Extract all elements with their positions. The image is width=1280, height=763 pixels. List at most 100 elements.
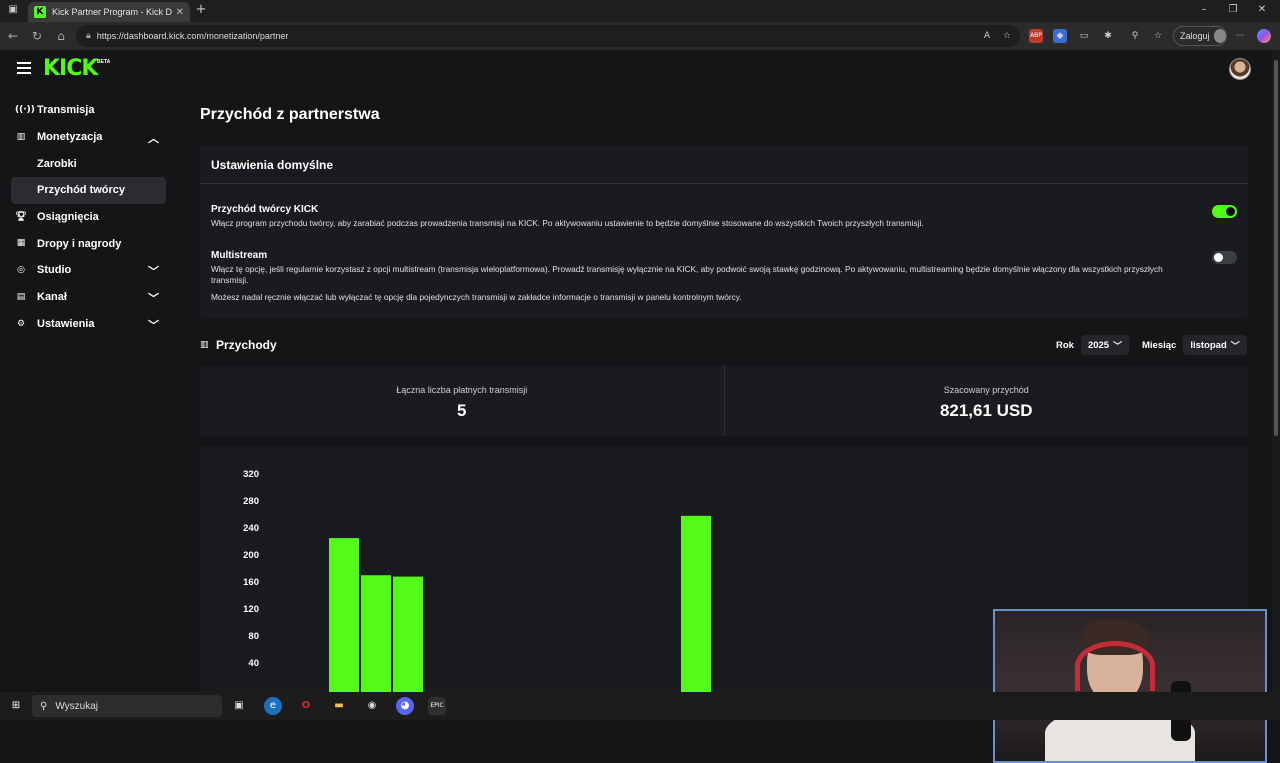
sidebar-subitem-zarobki[interactable]: Zarobki [0, 150, 178, 177]
month-select[interactable]: listopad ﹀ [1183, 335, 1247, 355]
chevron-down-icon[interactable]: ﹀ [148, 263, 159, 279]
sidebar-item-label: Transmisja [37, 104, 95, 117]
copilot-icon[interactable] [1257, 29, 1271, 43]
task-view-icon[interactable]: ▣ [230, 697, 248, 715]
profile-avatar [1213, 29, 1226, 43]
login-label: Zaloguj [1180, 31, 1210, 41]
shield-extension-icon[interactable]: ◆ [1053, 29, 1067, 43]
sidebar-item-transmisja[interactable]: ((·)) Transmisja [0, 97, 178, 124]
sidebar-item-dropy[interactable]: ▦ Dropy i nagrody [0, 230, 178, 257]
gift-icon: ▦ [16, 238, 26, 249]
month-value: listopad [1190, 339, 1227, 351]
obs-icon[interactable]: ◉ [363, 697, 381, 715]
year-value: 2025 [1087, 339, 1110, 351]
card-header: Ustawienia domyślne [200, 146, 1248, 184]
setting-title: Przychód twórcy KICK [211, 204, 319, 215]
headphones [1075, 641, 1155, 691]
kick-logo[interactable]: KICK [43, 56, 98, 81]
kick-favicon-icon: K [34, 6, 46, 18]
chevron-down-icon[interactable]: ﹀ [148, 290, 159, 306]
browser-tab-bar: ▣ K Kick Partner Program - Kick Dash ✕ +… [0, 0, 1280, 22]
home-icon[interactable]: ⌂ [53, 28, 69, 44]
revenue-bar[interactable] [329, 538, 359, 692]
window-menu-icon[interactable]: ▣ [6, 4, 20, 18]
creator-revenue-toggle[interactable] [1212, 205, 1237, 218]
close-window-icon[interactable]: ✕ [1255, 4, 1269, 18]
favorite-star-icon[interactable]: ☆ [1000, 29, 1014, 43]
creator-revenue-setting: Przychód twórcy KICK Włącz program przyc… [211, 204, 1211, 229]
close-tab-icon[interactable]: ✕ [176, 7, 184, 18]
scrollbar-thumb[interactable] [1274, 60, 1278, 436]
taskbar-search[interactable]: ⚲ Wyszukaj [32, 695, 222, 717]
more-options-icon[interactable]: ⋯ [1233, 29, 1247, 43]
broadcast-icon: ((·)) [15, 105, 35, 115]
sidebar-item-label: Ustawienia [37, 317, 95, 330]
y-tick-label: 40 [248, 658, 259, 669]
sidebar-item-kanal[interactable]: ▤ Kanał ﹀ [0, 284, 178, 311]
sidebar-subitem-label: Przychód twórcy [37, 184, 126, 197]
sidebar-item-monetyzacja[interactable]: ▥ Monetyzacja ︿ [0, 124, 178, 151]
page-title: Przychód z partnerstwa [200, 106, 380, 123]
back-icon[interactable]: ← [5, 28, 21, 44]
sidebar-item-ustawienia[interactable]: ⚙ Ustawienia ﹀ [0, 311, 178, 338]
chevron-down-icon: ﹀ [1230, 341, 1240, 352]
lock-icon: 🔒︎ [86, 31, 91, 41]
opera-icon[interactable]: O [297, 697, 315, 715]
revenue-title: Przychody [216, 338, 277, 352]
y-tick-label: 240 [243, 523, 259, 534]
minimize-icon[interactable]: – [1197, 4, 1211, 18]
split-screen-icon[interactable]: ⚲ [1128, 29, 1142, 43]
chevron-down-icon[interactable]: ﹀ [148, 317, 159, 333]
puzzle-icon[interactable]: ✱ [1101, 29, 1115, 43]
windows-taskbar: ⊞ ⚲ Wyszukaj ▣ e O ▬ ◉ ◕ EPIC [0, 692, 1280, 720]
profile-login-button[interactable]: Zaloguj [1173, 26, 1227, 46]
kick-dashboard: KICK BETA ((·)) Transmisja ▥ Monetyzacja… [0, 50, 1280, 763]
beta-badge: BETA [97, 59, 111, 65]
y-tick-label: 120 [243, 604, 259, 615]
sidebar-subitem-przychod-tworcy[interactable]: Przychód twórcy [11, 177, 166, 204]
edge-browser-icon[interactable]: e [264, 697, 282, 715]
y-tick-label: 200 [243, 550, 259, 561]
multistream-setting: Multistream Włącz tę opcję, jeśli regula… [211, 250, 1211, 303]
chart-icon: ▥ [16, 131, 26, 142]
stat-value: 5 [457, 401, 467, 420]
y-tick-label: 320 [243, 469, 259, 480]
read-aloud-icon[interactable]: A [980, 29, 994, 43]
refresh-icon[interactable]: ↻ [29, 28, 45, 44]
extension-icon[interactable]: ▭ [1077, 29, 1091, 43]
sidebar-item-studio[interactable]: ◎ Studio ﹀ [0, 257, 178, 284]
adblock-icon[interactable]: ABP [1029, 29, 1043, 43]
url-input[interactable]: 🔒︎ https://dashboard.kick.com/monetizati… [76, 25, 1020, 47]
default-settings-card: Ustawienia domyślne Przychód twórcy KICK… [200, 146, 1248, 318]
chevron-down-icon: ﹀ [1113, 341, 1123, 352]
maximize-icon[interactable]: ❐ [1226, 4, 1240, 18]
sidebar-item-label: Dropy i nagrody [37, 237, 122, 250]
new-tab-icon[interactable]: + [194, 2, 208, 17]
multistream-toggle[interactable] [1212, 251, 1237, 264]
browser-tab[interactable]: K Kick Partner Program - Kick Dash ✕ [28, 2, 190, 22]
sidebar-item-osiagniecia[interactable]: 🏆︎ Osiągnięcia [0, 204, 178, 231]
revenue-section-title: ▥ Przychody [200, 338, 277, 352]
revenue-bar[interactable] [681, 515, 711, 692]
discord-icon[interactable]: ◕ [396, 697, 414, 715]
y-tick-label: 160 [243, 577, 259, 588]
top-bar: KICK BETA [0, 50, 1272, 90]
hamburger-menu-icon[interactable] [17, 62, 31, 74]
sidebar-subitem-label: Zarobki [37, 157, 77, 170]
chevron-up-icon[interactable]: ︿ [148, 130, 159, 146]
collections-icon[interactable]: ☆ [1151, 29, 1165, 43]
search-placeholder: Wyszukaj [55, 700, 99, 712]
year-select[interactable]: 2025 ﹀ [1080, 335, 1130, 355]
channel-icon: ▤ [16, 291, 26, 302]
file-explorer-icon[interactable]: ▬ [330, 697, 348, 715]
sidebar-item-label: Monetyzacja [37, 131, 103, 144]
revenue-bar[interactable] [393, 576, 423, 692]
stat-label: Łączna liczba płatnych transmisji [396, 385, 528, 395]
epic-games-icon[interactable]: EPIC [428, 697, 446, 715]
sidebar-item-label: Studio [37, 264, 72, 277]
month-label: Miesiąc [1142, 339, 1177, 351]
windows-start-icon[interactable]: ⊞ [7, 697, 25, 715]
setting-description: Włącz tę opcję, jeśli regularnie korzyst… [211, 264, 1163, 285]
user-avatar[interactable] [1229, 58, 1251, 80]
revenue-bar[interactable] [361, 575, 391, 692]
